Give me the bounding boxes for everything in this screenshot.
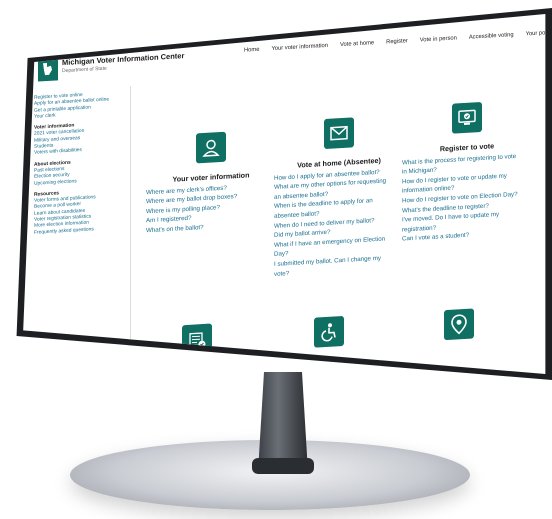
sidebar-group-resources: Resources Voter forms and publications B… — [34, 187, 126, 236]
nav-your-voter-information[interactable]: Your voter information — [271, 43, 328, 52]
monitor-stand-neck — [258, 372, 308, 472]
section-register-to-vote: Register to vote What is the process for… — [402, 99, 532, 244]
nav-vote-at-home[interactable]: Vote at home — [340, 40, 374, 48]
computer-check-icon[interactable] — [452, 101, 482, 134]
envelope-icon[interactable] — [324, 117, 354, 150]
monitor: Michigan Voter Information Center Depart… — [0, 0, 552, 519]
sidebar-quick-links: Register to vote online Apply for an abs… — [34, 90, 126, 120]
nav-vote-in-person[interactable]: Vote in person — [420, 35, 457, 43]
nav-accessible-voting[interactable]: Accessible voting — [469, 32, 514, 41]
person-icon[interactable] — [196, 131, 226, 164]
accessibility-icon[interactable] — [314, 315, 344, 348]
sidebar: Register to vote online Apply for an abs… — [34, 90, 126, 241]
nav-home[interactable]: Home — [244, 47, 259, 54]
top-navigation: Home Your voter information Vote at home… — [244, 29, 545, 54]
section-your-voter-information: Your voter information Where are my cler… — [146, 129, 276, 236]
sidebar-group-voter-information: Voter information 2021 voter cancellatio… — [34, 121, 126, 158]
site-subtitle: Department of State — [62, 65, 107, 75]
section-vote-at-home: Vote at home (Absentee) How do I apply f… — [274, 114, 404, 279]
nav-register[interactable]: Register — [386, 38, 408, 45]
location-pin-icon[interactable] — [444, 308, 474, 341]
monitor-stand-joint — [252, 458, 314, 474]
web-page: Michigan Voter Information Center Depart… — [30, 14, 545, 374]
sidebar-group-about-elections: About elections Past elections Election … — [34, 157, 126, 187]
